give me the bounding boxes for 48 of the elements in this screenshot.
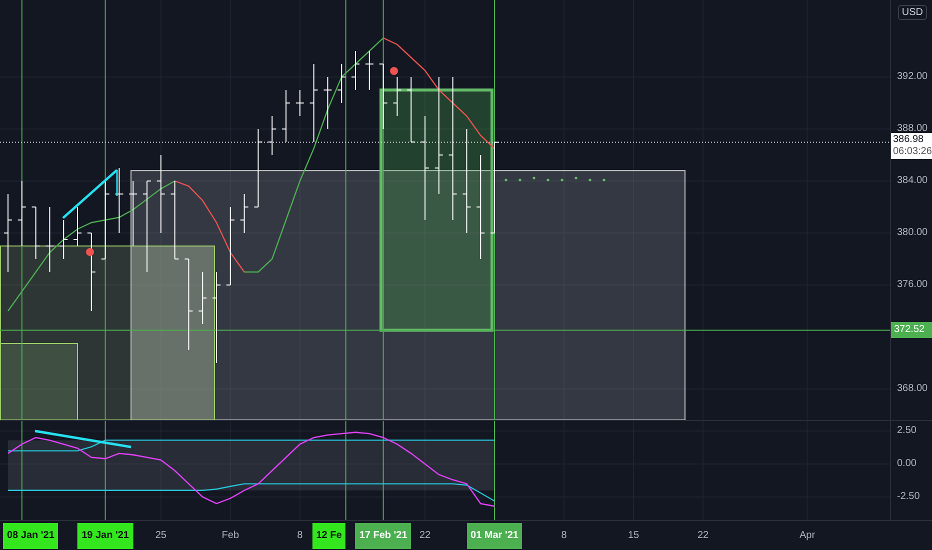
price-bar: [31, 206, 40, 260]
date-label: Feb: [220, 529, 240, 543]
date-label: 08 Jan '21: [3, 523, 58, 549]
price-bar: [59, 220, 68, 260]
price-bar: [282, 90, 290, 142]
date-label: 8: [296, 529, 304, 543]
price-bar: [323, 76, 332, 130]
last-price: 386.98: [893, 134, 925, 146]
price-tick-label: 380.00: [897, 226, 928, 240]
oscillator-tick-label: 0.00: [897, 457, 916, 471]
price-bar: [406, 76, 416, 142]
signal-dot: [86, 248, 94, 256]
date-label: 15: [626, 529, 640, 543]
oscillator-tick-label: -2.50: [897, 490, 920, 504]
price-tick-label: 376.00: [897, 278, 928, 292]
date-label: 8: [560, 529, 568, 543]
price-bar: [114, 168, 124, 234]
price-tick-label: 368.00: [897, 382, 928, 396]
oscillator-tick-label: 2.50: [897, 424, 916, 438]
signal-dot: [390, 67, 398, 75]
price-bar: [378, 64, 388, 130]
price-tick-label: 388.00: [897, 122, 928, 135]
date-label: Apr: [798, 529, 816, 543]
price-bar: [128, 180, 138, 246]
date-label: 22: [696, 529, 710, 543]
price-bar: [392, 76, 402, 116]
price-level-label: 372.52: [891, 322, 932, 338]
date-label: 01 Mar '21: [466, 523, 522, 549]
price-tick-label: 392.00: [897, 70, 928, 84]
date-label: 25: [154, 529, 168, 543]
date-label: 19 Jan '21: [78, 523, 133, 549]
price-bar: [351, 50, 360, 90]
countdown-timer: 06:03:26: [893, 146, 930, 158]
price-bar: [268, 116, 277, 156]
price-bar: [198, 272, 208, 324]
date-label: 22: [418, 529, 432, 543]
trend-line: [62, 169, 118, 219]
price-bar: [17, 180, 26, 246]
date-label: 17 Feb '21: [355, 523, 412, 549]
price-bar: [295, 90, 304, 116]
price-bar: [337, 64, 346, 104]
price-tick-label: 384.00: [897, 174, 928, 188]
price-bar: [364, 50, 374, 90]
date-label: 12 Fe: [312, 523, 346, 549]
currency-badge[interactable]: USD: [898, 5, 927, 20]
price-bar: [45, 206, 54, 272]
price-bar: [240, 194, 249, 234]
price-bar: [73, 206, 82, 246]
